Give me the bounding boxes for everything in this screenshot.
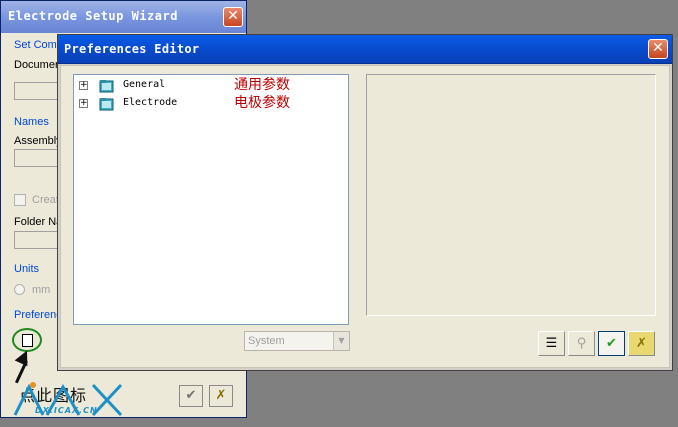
list-icon: ☰ [545, 336, 558, 351]
dialog-close-button[interactable]: ✕ [648, 39, 668, 59]
names-label: Names [14, 116, 49, 128]
tree-label-general: General [123, 79, 166, 90]
wizard-close-button[interactable]: ✕ [223, 7, 243, 27]
folder-icon [99, 98, 114, 111]
cancel-button[interactable]: ✗ [628, 331, 655, 356]
preferences-detail-panel [366, 74, 656, 316]
tree-label-electrode: Electrode [123, 97, 178, 108]
preferences-editor-button[interactable] [12, 328, 42, 352]
document-label: Documen [14, 59, 62, 71]
scope-select-value: System [248, 335, 285, 347]
scope-select[interactable]: System ▼ [244, 331, 350, 351]
preferences-editor-dialog: Preferences Editor ✕ + General 通用参数 + El… [57, 34, 673, 371]
cancel-icon: ✗ [636, 336, 647, 351]
folder-name-label: Folder Na [14, 216, 63, 228]
mm-radio[interactable] [14, 284, 25, 295]
tree-item-general[interactable]: + General 通用参数 [79, 77, 339, 94]
expand-electrode-button[interactable]: + [79, 99, 88, 108]
link-icon: ⚲ [576, 336, 587, 351]
watermark-text: DX.ICAX.CN [35, 406, 98, 415]
dialog-title: Preferences Editor [64, 42, 200, 56]
wizard-titlebar[interactable]: Electrode Setup Wizard ✕ [1, 1, 246, 33]
dialog-titlebar[interactable]: Preferences Editor ✕ [58, 35, 672, 64]
electrode-params-note: 电极参数 [234, 95, 290, 111]
list-options-button[interactable]: ☰ [538, 331, 565, 356]
checkmark-icon: ✔ [606, 336, 617, 351]
preferences-label: Preferenc [14, 309, 62, 321]
general-params-note: 通用参数 [234, 77, 290, 93]
folder-icon [99, 80, 114, 93]
dialog-body: + General 通用参数 + Electrode 电极参数 System ▼… [60, 65, 670, 368]
link-button[interactable]: ⚲ [568, 331, 595, 356]
mm-label: mm [32, 284, 51, 296]
watermark-logo: DX.ICAX.CN [13, 379, 133, 421]
preferences-icon [22, 334, 33, 347]
set-component-label: Set Comp [14, 39, 63, 51]
assembly-label: Assembly [14, 135, 62, 147]
wizard-title: Electrode Setup Wizard [8, 9, 178, 23]
wizard-cancel-button[interactable]: ✗ [209, 385, 233, 407]
wizard-ok-button[interactable]: ✔ [179, 385, 203, 407]
create-checkbox[interactable] [14, 194, 26, 206]
preferences-tree[interactable]: + General 通用参数 + Electrode 电极参数 [73, 74, 349, 325]
expand-general-button[interactable]: + [79, 81, 88, 90]
ok-button[interactable]: ✔ [598, 331, 625, 356]
units-label: Units [14, 263, 40, 275]
create-label: Creat [32, 194, 59, 206]
tree-item-electrode[interactable]: + Electrode 电极参数 [79, 95, 339, 112]
chevron-down-icon[interactable]: ▼ [333, 332, 349, 350]
